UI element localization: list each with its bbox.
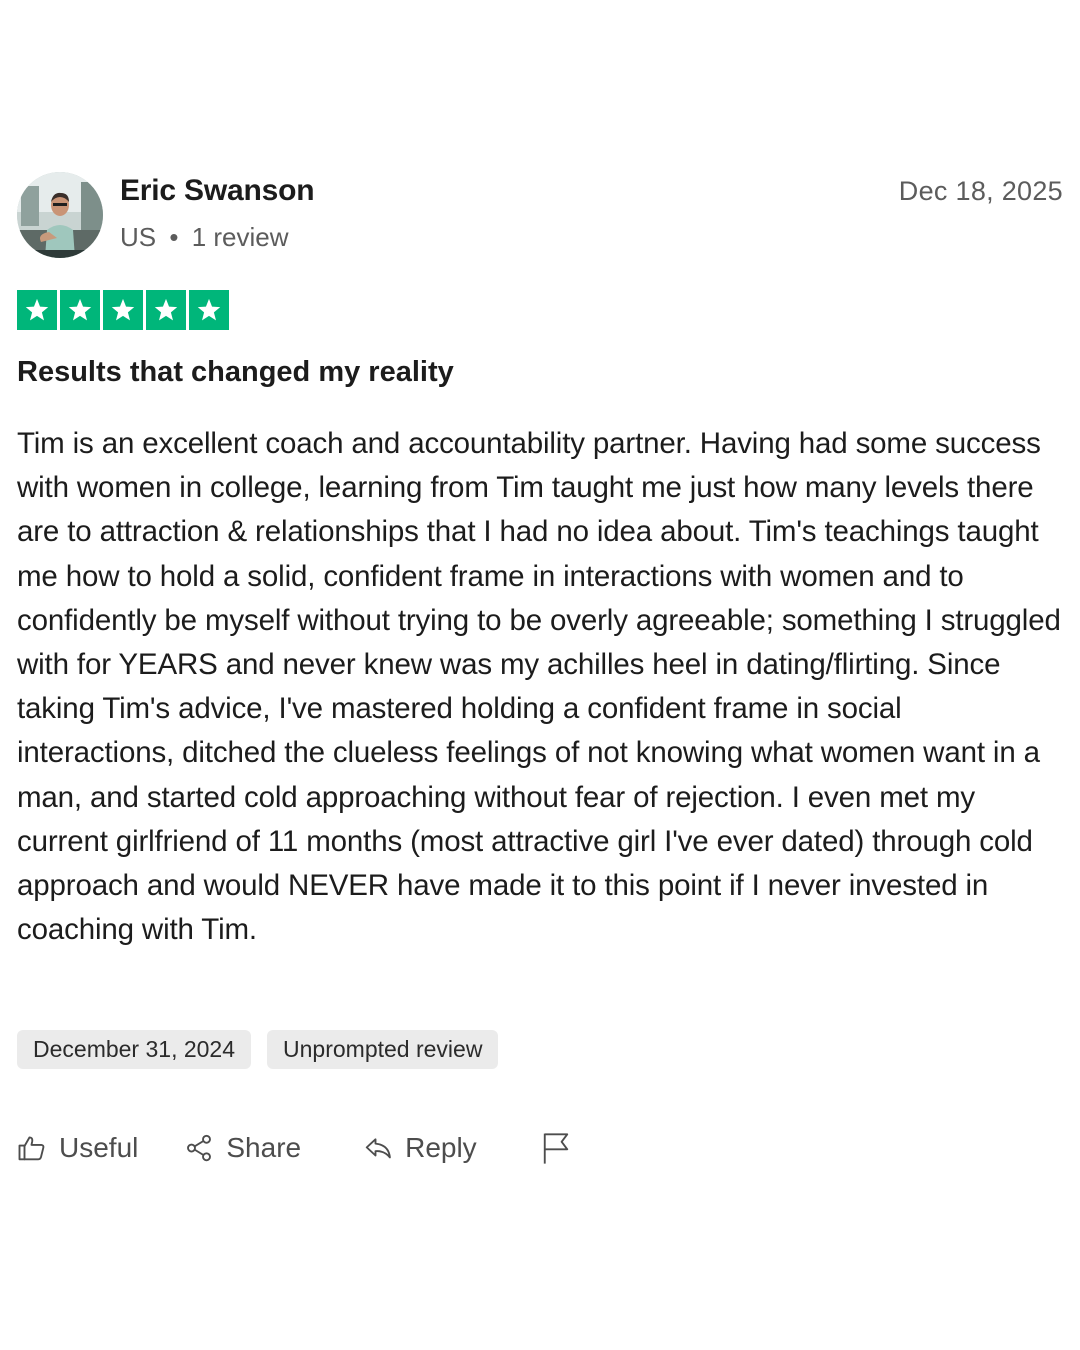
report-button[interactable] [541,1131,571,1165]
avatar-photo [17,172,103,258]
reply-label: Reply [405,1132,477,1163]
share-icon [184,1133,214,1163]
star-icon [17,290,57,330]
share-label: Share [226,1132,302,1163]
reviewer-country: US [120,222,157,252]
star-icon [60,290,100,330]
reviewer-avatar[interactable] [17,172,103,258]
share-button[interactable]: Share [184,1132,301,1164]
star-icon [189,290,229,330]
star-icon [146,290,186,330]
useful-button[interactable]: Useful [17,1132,138,1164]
reply-button[interactable]: Reply [363,1132,477,1164]
unprompted-review-chip[interactable]: Unprompted review [267,1030,499,1069]
reviewer-meta: US • 1 review [120,222,289,253]
experience-date-chip: December 31, 2024 [17,1030,252,1069]
reply-icon [363,1133,393,1163]
review-card: Eric Swanson US • 1 review Dec 18, 2025 … [17,170,1063,1164]
review-title[interactable]: Results that changed my reality [17,356,454,389]
flag-icon [541,1131,571,1165]
star-rating [17,290,229,330]
meta-separator: • [169,222,179,252]
star-icon [103,290,143,330]
review-header: Eric Swanson US • 1 review Dec 18, 2025 [17,170,1063,260]
useful-label: Useful [59,1132,139,1163]
review-actions: Useful Share Reply [17,1128,571,1168]
reviewer-review-count: 1 review [191,222,289,252]
reviewer-name[interactable]: Eric Swanson [120,174,315,208]
thumbs-up-icon [17,1133,47,1163]
review-body: Tim is an excellent coach and accountabi… [17,427,1061,947]
review-tags: December 31, 2024 Unprompted review [17,1030,499,1069]
review-date: Dec 18, 2025 [898,176,1063,206]
